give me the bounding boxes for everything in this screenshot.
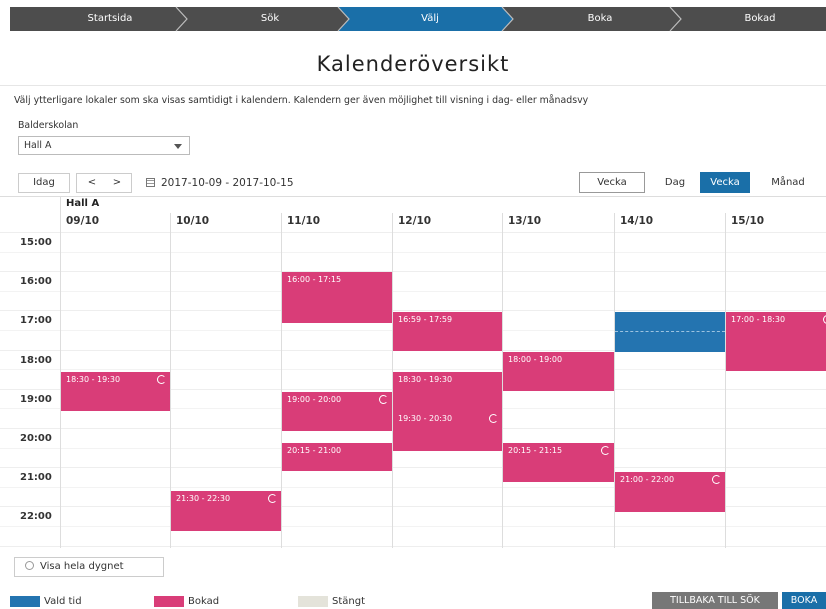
- event-block[interactable]: 18:00 - 19:00: [503, 352, 614, 391]
- back-to-search-button[interactable]: TILLBAKA TILL SÖK: [652, 592, 778, 609]
- event-time-label: 16:00 - 17:15: [287, 275, 342, 284]
- nav-buttons: < >: [76, 173, 132, 193]
- event-time-label: 19:30 - 20:30: [398, 414, 453, 423]
- legend-swatch: [10, 596, 40, 607]
- selection-divider: [615, 331, 725, 332]
- hour-line: [0, 545, 826, 547]
- legend-label: Bokad: [188, 596, 220, 607]
- half-hour-line: [0, 251, 826, 253]
- day-header: 11/10: [287, 215, 321, 227]
- half-hour-line: [0, 526, 826, 527]
- event-time-label: 17:00 - 18:30: [731, 315, 786, 324]
- view-dag-button[interactable]: Dag: [650, 172, 700, 193]
- legend-label: Vald tid: [44, 596, 82, 607]
- divider: [0, 85, 826, 86]
- hour-label: 17:00: [20, 315, 52, 327]
- event-block[interactable]: 20:15 - 21:15: [503, 443, 614, 482]
- event-time-label: 20:15 - 21:15: [508, 446, 563, 455]
- step-boka[interactable]: Boka: [550, 7, 650, 31]
- description-text: Välj ytterligare lokaler som ska visas s…: [14, 95, 589, 106]
- event-time-label: 18:30 - 19:30: [66, 375, 121, 384]
- repeat-icon: [489, 414, 498, 423]
- hall-select-value: Hall A: [24, 140, 52, 151]
- prev-week-button[interactable]: <: [85, 174, 99, 192]
- repeat-icon: [157, 375, 166, 384]
- hall-select[interactable]: Hall A: [18, 136, 190, 155]
- event-block[interactable]: 19:30 - 20:30: [393, 411, 502, 451]
- event-block[interactable]: 18:30 - 19:30: [61, 372, 170, 411]
- event-block[interactable]: 20:15 - 21:00: [282, 443, 392, 471]
- next-week-button[interactable]: >: [110, 174, 124, 192]
- show-full-day-label: Visa hela dygnet: [40, 561, 124, 572]
- half-hour-line: [0, 369, 826, 371]
- event-block[interactable]: 21:30 - 22:30: [171, 491, 281, 531]
- event-time-label: 18:00 - 19:00: [508, 355, 563, 364]
- event-block[interactable]: 18:30 - 19:30: [393, 372, 502, 411]
- day-header: 15/10: [731, 215, 765, 227]
- event-block[interactable]: 16:59 - 17:59: [393, 312, 502, 351]
- event-block[interactable]: 21:00 - 22:00: [615, 472, 725, 512]
- hall-header: Hall A: [66, 198, 100, 209]
- date-range: 2017-10-09 - 2017-10-15: [146, 174, 294, 192]
- event-time-label: 16:59 - 17:59: [398, 315, 453, 324]
- step-bokad[interactable]: Bokad: [710, 7, 810, 31]
- day-header: 09/10: [66, 215, 100, 227]
- hour-label: 21:00: [20, 472, 52, 484]
- hour-line: [0, 467, 826, 469]
- school-label: Balderskolan: [18, 120, 79, 131]
- day-header: 10/10: [176, 215, 210, 227]
- progress-steps: Startsida Sök Välj Boka Bokad: [0, 0, 826, 32]
- hour-label: 15:00: [20, 237, 52, 248]
- day-column-line: [725, 213, 726, 548]
- event-block[interactable]: 16:00 - 17:15: [282, 272, 392, 323]
- step-sok[interactable]: Sök: [220, 7, 320, 31]
- repeat-icon: [379, 395, 388, 404]
- event-time-label: 21:30 - 22:30: [176, 494, 231, 503]
- today-button[interactable]: Idag: [18, 173, 70, 193]
- step-startsida[interactable]: Startsida: [60, 7, 160, 31]
- hour-label: 19:00: [20, 393, 52, 405]
- hour-label: 16:00: [20, 276, 52, 288]
- day-header: 13/10: [508, 215, 542, 227]
- repeat-icon: [268, 494, 277, 503]
- legend-swatch: [154, 596, 184, 607]
- show-full-day-button[interactable]: Visa hela dygnet: [14, 557, 164, 577]
- half-hour-line: [0, 290, 826, 292]
- event-time-label: 18:30 - 19:30: [398, 375, 453, 384]
- book-button[interactable]: BOKA: [782, 592, 826, 609]
- view-manad-button[interactable]: Månad: [758, 172, 818, 193]
- repeat-icon: [712, 475, 721, 484]
- hour-label: 20:00: [20, 433, 52, 444]
- calendar-icon: [146, 178, 155, 187]
- repeat-icon: [601, 446, 610, 455]
- step-valj[interactable]: Välj: [380, 7, 480, 31]
- event-time-label: 21:00 - 22:00: [620, 475, 675, 484]
- event-time-label: 20:15 - 21:00: [287, 446, 342, 455]
- hour-label: 22:00: [20, 511, 52, 523]
- hour-line: [0, 232, 826, 233]
- hour-line: [0, 271, 826, 273]
- day-header: 12/10: [398, 215, 432, 227]
- day-column-line: [281, 213, 282, 548]
- view-dropdown[interactable]: Vecka: [579, 172, 645, 193]
- event-time-label: 19:00 - 20:00: [287, 395, 342, 404]
- hour-label: 18:00: [20, 354, 52, 366]
- day-header: 14/10: [620, 215, 654, 227]
- legend-swatch: [298, 596, 328, 607]
- page-title: Kalenderöversikt: [316, 52, 510, 76]
- clock-icon: [25, 561, 34, 570]
- chevron-down-icon: [174, 144, 182, 149]
- event-block[interactable]: 17:00 - 18:30: [726, 312, 826, 371]
- page: { "steps":[{"label":"Startsida"},{"label…: [0, 0, 826, 609]
- view-vecka-button[interactable]: Vecka: [700, 172, 750, 193]
- date-range-text: 2017-10-09 - 2017-10-15: [161, 177, 294, 189]
- event-block[interactable]: [615, 312, 725, 352]
- event-block[interactable]: 19:00 - 20:00: [282, 392, 392, 431]
- legend-label: Stängt: [332, 596, 366, 607]
